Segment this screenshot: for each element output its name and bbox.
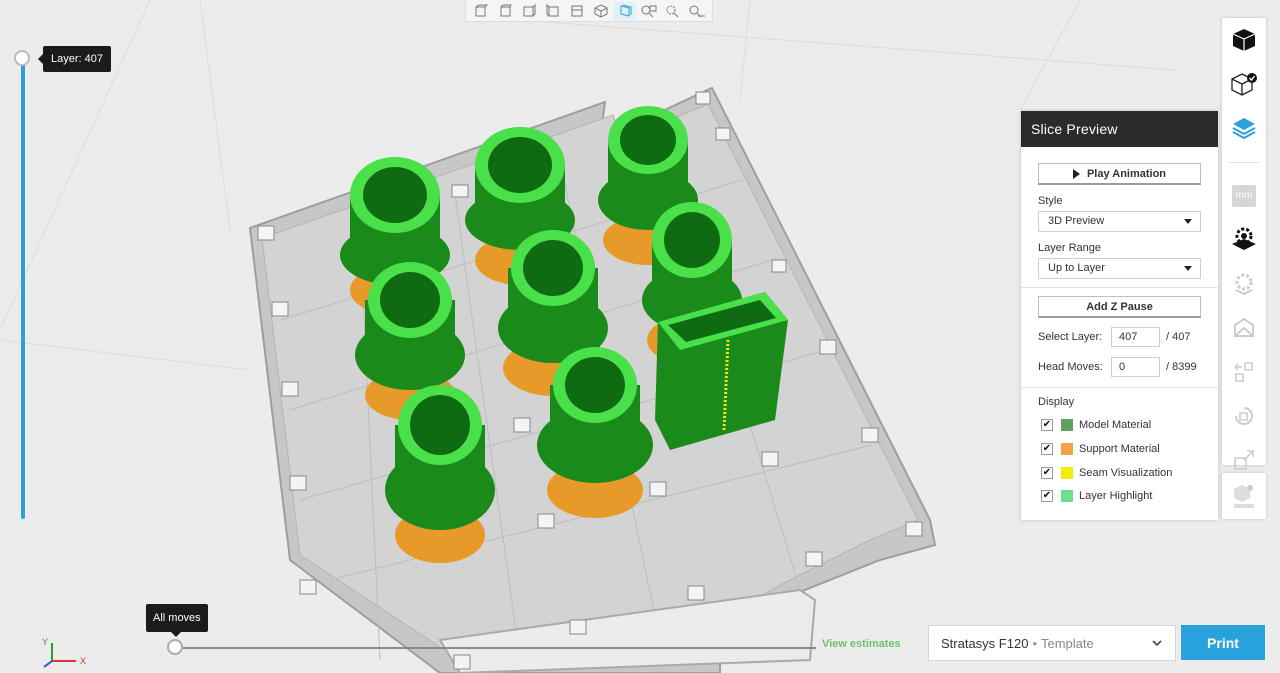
display-label: Display bbox=[1038, 396, 1075, 408]
printer-separator: • bbox=[1032, 635, 1037, 651]
check-model-icon[interactable] bbox=[1222, 62, 1266, 106]
add-z-pause-button[interactable]: Add Z Pause bbox=[1038, 296, 1201, 318]
style-value: 3D Preview bbox=[1048, 215, 1105, 227]
back-view-icon[interactable] bbox=[494, 2, 516, 20]
layer-range-label: Layer Range bbox=[1038, 242, 1101, 254]
layer-range-value: Up to Layer bbox=[1048, 262, 1105, 274]
display-support-material[interactable]: ✔ Support Material bbox=[1041, 442, 1160, 456]
front-view-icon[interactable] bbox=[470, 2, 492, 20]
units-mm-icon[interactable]: mm bbox=[1222, 174, 1266, 218]
print-button[interactable]: Print bbox=[1181, 625, 1265, 660]
zoom-selection-icon[interactable] bbox=[662, 2, 684, 20]
add-model-icon[interactable] bbox=[1222, 474, 1266, 518]
moves-slider-track[interactable] bbox=[176, 647, 816, 649]
display-seam-visualization[interactable]: ✔ Seam Visualization bbox=[1041, 466, 1172, 480]
head-moves-input[interactable]: 0 bbox=[1111, 357, 1160, 377]
panel-divider bbox=[1021, 287, 1218, 288]
select-layer-input[interactable]: 407 bbox=[1111, 327, 1160, 347]
layer-highlight-checkbox[interactable]: ✔ bbox=[1041, 490, 1053, 502]
select-layer-total: / 407 bbox=[1166, 331, 1191, 343]
model-material-swatch bbox=[1061, 419, 1073, 431]
right-view-icon[interactable] bbox=[542, 2, 564, 20]
printer-select[interactable]: Stratasys F120 • Template bbox=[928, 625, 1176, 661]
style-label: Style bbox=[1038, 195, 1063, 207]
add-z-pause-label: Add Z Pause bbox=[1086, 300, 1153, 313]
toolbar-divider bbox=[1228, 162, 1260, 163]
seam-visualization-swatch bbox=[1061, 467, 1073, 479]
axis-x-label: X bbox=[80, 656, 86, 666]
chevron-down-icon bbox=[1151, 637, 1163, 652]
model-material-checkbox[interactable]: ✔ bbox=[1041, 419, 1053, 431]
dropdown-arrow-icon bbox=[1184, 219, 1192, 224]
view-toolbar bbox=[465, 0, 713, 22]
model-cube-icon[interactable] bbox=[1222, 18, 1266, 62]
layer-highlight-label: Layer Highlight bbox=[1079, 490, 1153, 502]
play-icon bbox=[1072, 168, 1080, 179]
right-toolbar-secondary bbox=[1222, 473, 1266, 519]
perspective-icon[interactable] bbox=[614, 2, 636, 20]
play-animation-button[interactable]: Play Animation bbox=[1038, 163, 1201, 185]
display-model-material[interactable]: ✔ Model Material bbox=[1041, 418, 1151, 432]
moves-slider-handle[interactable] bbox=[167, 639, 183, 655]
rotate-icon[interactable] bbox=[1222, 394, 1266, 438]
print-settings-icon[interactable] bbox=[1222, 218, 1266, 262]
layer-slider-track[interactable] bbox=[21, 57, 25, 519]
slice-preview-panel: Slice Preview Play Animation Style 3D Pr… bbox=[1021, 111, 1218, 520]
orient-icon[interactable] bbox=[1222, 306, 1266, 350]
left-view-icon[interactable] bbox=[518, 2, 540, 20]
move-icon[interactable] bbox=[1222, 350, 1266, 394]
seam-visualization-label: Seam Visualization bbox=[1079, 467, 1173, 479]
view-estimates-link[interactable]: View estimates bbox=[822, 638, 901, 650]
select-layer-label: Select Layer: bbox=[1038, 331, 1103, 343]
layer-range-select[interactable]: Up to Layer bbox=[1038, 258, 1201, 279]
dropdown-arrow-icon bbox=[1184, 266, 1192, 271]
moves-tooltip: All moves bbox=[146, 604, 208, 637]
layer-slider-handle[interactable] bbox=[14, 50, 30, 66]
layer-tooltip: Layer: 407 bbox=[38, 46, 111, 72]
panel-divider bbox=[1021, 387, 1218, 388]
printer-name: Stratasys F120 bbox=[941, 635, 1029, 651]
head-moves-label: Head Moves: bbox=[1038, 361, 1103, 373]
iso-view-icon[interactable] bbox=[590, 2, 612, 20]
zoom-fit-icon[interactable] bbox=[638, 2, 660, 20]
model-material-label: Model Material bbox=[1079, 419, 1152, 431]
printer-template: Template bbox=[1041, 635, 1094, 651]
panel-title: Slice Preview bbox=[1021, 111, 1218, 147]
support-material-swatch bbox=[1061, 443, 1073, 455]
support-settings-icon[interactable] bbox=[1222, 262, 1266, 306]
units-mm-label: mm bbox=[1232, 185, 1256, 207]
seam-visualization-checkbox[interactable]: ✔ bbox=[1041, 467, 1053, 479]
play-animation-label: Play Animation bbox=[1086, 167, 1167, 180]
head-moves-total: / 8399 bbox=[1166, 361, 1197, 373]
top-view-icon[interactable] bbox=[566, 2, 588, 20]
axis-y-label: Y bbox=[42, 637, 48, 647]
right-toolbar: mm bbox=[1222, 18, 1266, 470]
layer-highlight-swatch bbox=[1061, 490, 1073, 502]
style-select[interactable]: 3D Preview bbox=[1038, 211, 1201, 232]
support-material-checkbox[interactable]: ✔ bbox=[1041, 443, 1053, 455]
display-layer-highlight[interactable]: ✔ Layer Highlight bbox=[1041, 489, 1152, 503]
measure-icon[interactable] bbox=[686, 2, 708, 20]
layers-icon[interactable] bbox=[1222, 106, 1266, 150]
axis-indicator: Y X bbox=[40, 635, 90, 669]
support-material-label: Support Material bbox=[1079, 443, 1160, 455]
